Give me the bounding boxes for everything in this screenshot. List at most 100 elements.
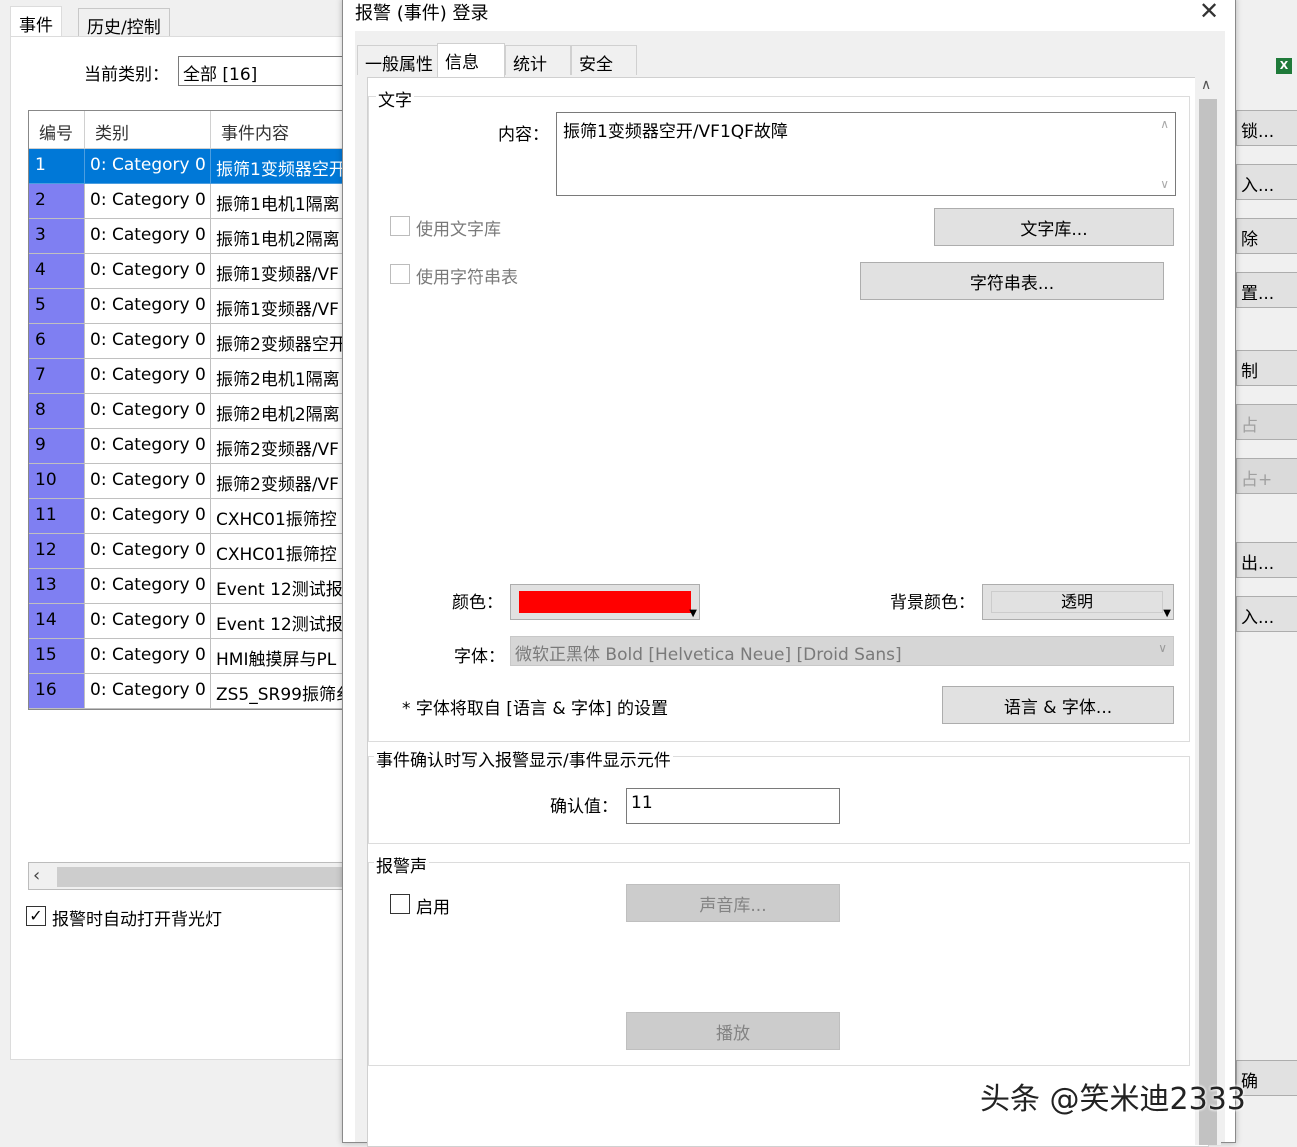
row-number: 8 bbox=[29, 394, 85, 429]
row-number: 4 bbox=[29, 254, 85, 289]
row-category: 0: Category 0 bbox=[85, 359, 211, 394]
row-category: 0: Category 0 bbox=[85, 464, 211, 499]
tab-info[interactable]: 信息 bbox=[437, 43, 505, 77]
backlight-checkbox[interactable]: ✓ bbox=[26, 906, 46, 926]
tab-events[interactable]: 事件 bbox=[10, 6, 62, 36]
tab-history-control[interactable]: 历史/控制 bbox=[78, 8, 170, 38]
enable-sound-checkbox[interactable] bbox=[390, 894, 410, 914]
table-row[interactable]: 9 0: Category 0 振筛2变频器/VF bbox=[29, 429, 347, 464]
side-button[interactable]: 出... bbox=[1236, 542, 1297, 578]
row-content: 振筛1变频器空开 bbox=[211, 149, 347, 184]
side-button[interactable]: 占 bbox=[1236, 404, 1297, 440]
row-category: 0: Category 0 bbox=[85, 324, 211, 359]
table-row[interactable]: 4 0: Category 0 振筛1变频器/VF bbox=[29, 254, 347, 289]
tab-statistics[interactable]: 统计 bbox=[505, 45, 571, 75]
table-row[interactable]: 13 0: Category 0 Event 12测试报 bbox=[29, 569, 347, 604]
table-row[interactable]: 12 0: Category 0 CXHC01振筛控 bbox=[29, 534, 347, 569]
row-category: 0: Category 0 bbox=[85, 289, 211, 324]
scroll-thumb[interactable] bbox=[1199, 99, 1217, 1145]
close-icon[interactable]: ✕ bbox=[1199, 0, 1219, 25]
font-label: 字体： bbox=[454, 647, 505, 667]
column-header-content[interactable]: 事件内容 bbox=[211, 111, 347, 149]
table-row[interactable]: 15 0: Category 0 HMI触摸屏与PL bbox=[29, 639, 347, 674]
row-content: CXHC01振筛控 bbox=[211, 534, 347, 569]
font-note: * 字体将取自 [语言 & 字体] 的设置 bbox=[402, 699, 669, 719]
chevron-up-icon[interactable]: ∧ bbox=[1160, 117, 1169, 131]
content-textarea[interactable]: 振筛1变频器空开/VF1QF故障 ∧ ∨ bbox=[556, 112, 1176, 196]
chevron-down-icon[interactable]: ∨ bbox=[1160, 177, 1169, 191]
row-number: 6 bbox=[29, 324, 85, 359]
row-category: 0: Category 0 bbox=[85, 569, 211, 604]
chevron-up-icon[interactable]: ∧ bbox=[1201, 77, 1211, 93]
use-textlib-checkbox[interactable] bbox=[390, 216, 410, 236]
table-row[interactable]: 7 0: Category 0 振筛2电机1隔离 bbox=[29, 359, 347, 394]
row-content: Event 12测试报 bbox=[211, 569, 347, 604]
row-category: 0: Category 0 bbox=[85, 254, 211, 289]
scroll-left-icon[interactable]: ‹ bbox=[33, 865, 40, 886]
side-button[interactable]: 入... bbox=[1236, 596, 1297, 632]
excel-icon[interactable]: X bbox=[1276, 58, 1292, 74]
column-header-category[interactable]: 类别 bbox=[85, 111, 211, 149]
table-row[interactable]: 1 0: Category 0 振筛1变频器空开 bbox=[29, 149, 347, 184]
font-select[interactable]: 微软正黑体 Bold [Helvetica Neue] [Droid Sans]… bbox=[510, 636, 1174, 666]
row-number: 1 bbox=[29, 149, 85, 184]
row-content: 振筛1电机2隔离 bbox=[211, 219, 347, 254]
color-label: 颜色： bbox=[452, 593, 503, 613]
play-button[interactable]: 播放 bbox=[626, 1012, 840, 1050]
row-content: 振筛1变频器/VF bbox=[211, 254, 347, 289]
row-content: 振筛1变频器/VF bbox=[211, 289, 347, 324]
table-row[interactable]: 16 0: Category 0 ZS5_SR99振筛纟 bbox=[29, 674, 347, 709]
watermark: 头条 @笑米迪2333 bbox=[980, 1082, 1246, 1117]
tab-general[interactable]: 一般属性 bbox=[357, 45, 441, 75]
horizontal-scrollbar[interactable]: ‹ bbox=[28, 862, 349, 890]
row-category: 0: Category 0 bbox=[85, 149, 211, 184]
row-category: 0: Category 0 bbox=[85, 394, 211, 429]
stringtable-button[interactable]: 字符串表... bbox=[860, 262, 1164, 300]
table-row[interactable]: 3 0: Category 0 振筛1电机2隔离 bbox=[29, 219, 347, 254]
bgcolor-label: 背景颜色： bbox=[890, 593, 975, 613]
row-content: 振筛2电机1隔离 bbox=[211, 359, 347, 394]
use-stringtable-checkbox[interactable] bbox=[390, 264, 410, 284]
dialog-title: 报警 (事件) 登录 bbox=[355, 3, 489, 24]
dialog-body: 一般属性 信息 统计 安全 文字 内容： 振筛1变频器空开/VF1QF故障 ∧ … bbox=[355, 31, 1225, 1147]
table-row[interactable]: 10 0: Category 0 振筛2变频器/VF bbox=[29, 464, 347, 499]
row-content: 振筛2变频器空开 bbox=[211, 324, 347, 359]
side-button[interactable]: 锁... bbox=[1236, 110, 1297, 146]
table-row[interactable]: 5 0: Category 0 振筛1变频器/VF bbox=[29, 289, 347, 324]
table-row[interactable]: 11 0: Category 0 CXHC01振筛控 bbox=[29, 499, 347, 534]
bgcolor-value: 透明 bbox=[991, 591, 1163, 613]
side-button[interactable]: 置... bbox=[1236, 272, 1297, 308]
scroll-thumb[interactable] bbox=[57, 867, 349, 887]
ack-value-input[interactable]: 11 bbox=[626, 788, 840, 824]
color-swatch bbox=[519, 591, 691, 613]
row-number: 15 bbox=[29, 639, 85, 674]
side-button[interactable]: 除 bbox=[1236, 218, 1297, 254]
color-picker[interactable]: ▼ bbox=[510, 584, 700, 620]
content-text: 振筛1变频器空开/VF1QF故障 bbox=[563, 122, 788, 142]
table-row[interactable]: 14 0: Category 0 Event 12测试报 bbox=[29, 604, 347, 639]
row-category: 0: Category 0 bbox=[85, 639, 211, 674]
language-font-button[interactable]: 语言 & 字体... bbox=[942, 686, 1174, 724]
category-select[interactable]: 全部 [16] bbox=[178, 56, 358, 86]
row-content: HMI触摸屏与PL bbox=[211, 639, 347, 674]
side-button[interactable]: 入... bbox=[1236, 164, 1297, 200]
row-category: 0: Category 0 bbox=[85, 219, 211, 254]
bgcolor-picker[interactable]: 透明 ▼ bbox=[982, 584, 1174, 620]
column-header-number[interactable]: 编号 bbox=[29, 111, 85, 149]
row-category: 0: Category 0 bbox=[85, 499, 211, 534]
backlight-label: 报警时自动打开背光灯 bbox=[52, 910, 222, 930]
textlib-button[interactable]: 文字库... bbox=[934, 208, 1174, 246]
soundlib-button[interactable]: 声音库... bbox=[626, 884, 840, 922]
vertical-scrollbar[interactable]: ∧ bbox=[1195, 75, 1221, 1145]
content-label: 内容： bbox=[498, 125, 549, 145]
tab-security[interactable]: 安全 bbox=[571, 45, 637, 75]
table-row[interactable]: 8 0: Category 0 振筛2电机2隔离 bbox=[29, 394, 347, 429]
table-row[interactable]: 6 0: Category 0 振筛2变频器空开 bbox=[29, 324, 347, 359]
use-stringtable-label: 使用字符串表 bbox=[416, 268, 518, 288]
ack-label: 确认值： bbox=[550, 797, 618, 817]
side-button[interactable]: 占+ bbox=[1236, 458, 1297, 494]
table-row[interactable]: 2 0: Category 0 振筛1电机1隔离 bbox=[29, 184, 347, 219]
row-number: 10 bbox=[29, 464, 85, 499]
side-button[interactable]: 制 bbox=[1236, 350, 1297, 386]
row-category: 0: Category 0 bbox=[85, 534, 211, 569]
